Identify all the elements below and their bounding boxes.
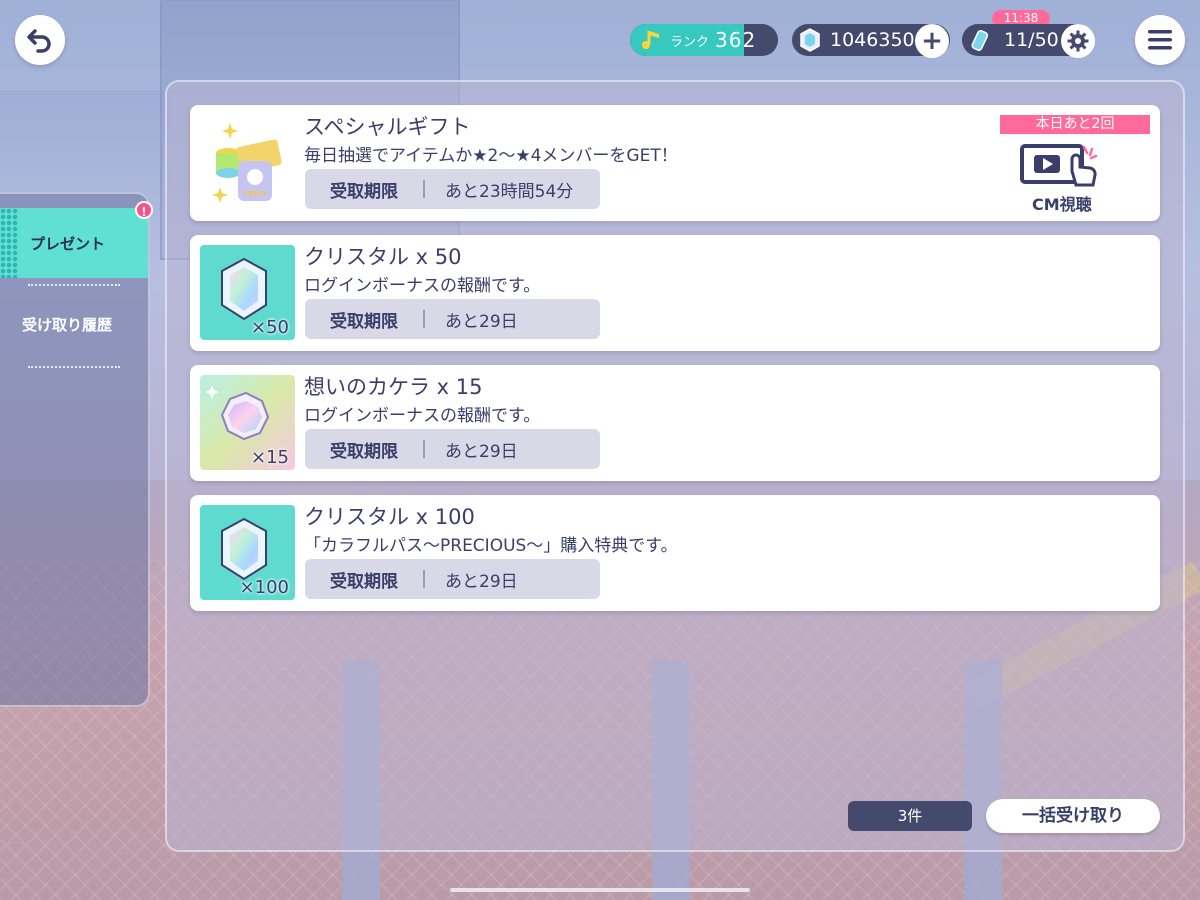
present-thumbnail: ×50 (200, 245, 295, 340)
deadline-box: 受取期限 あと29日 (305, 299, 600, 339)
settings-button[interactable] (1061, 24, 1095, 58)
home-indicator[interactable] (450, 888, 750, 892)
rank-value: 362 (715, 28, 757, 52)
deadline-value: あと29日 (445, 311, 518, 332)
watch-cm-button[interactable]: CM視聴 (1020, 143, 1122, 215)
tab-present[interactable]: プレゼント (0, 208, 148, 278)
deadline-separator (423, 440, 425, 458)
deadline-separator (423, 310, 425, 328)
present-description: ログインボーナスの報酬です。 (304, 276, 541, 296)
deadline-box: 受取期限 あと29日 (305, 429, 600, 469)
deadline-label: 受取期限 (330, 181, 398, 202)
tab-present-label: プレゼント (30, 234, 106, 253)
deadline-separator (423, 180, 425, 198)
daily-remaining-badge: 本日あと2回 (1000, 115, 1150, 134)
present-title: クリスタル x 50 (304, 245, 462, 269)
present-count: 3件 (848, 801, 972, 831)
quantity-label: ×50 (251, 317, 289, 338)
present-item-row[interactable]: ×15 想いのカケラ x 15 ログインボーナスの報酬です。 受取期限 あと29… (190, 365, 1160, 481)
hamburger-icon (1148, 30, 1172, 50)
alert-badge: ! (135, 201, 153, 219)
deadline-box: 受取期限 あと29日 (305, 559, 600, 599)
present-title: 想いのカケラ x 15 (304, 375, 483, 399)
deadline-label: 受取期限 (330, 571, 398, 592)
deadline-value: あと23時間54分 (445, 181, 574, 202)
music-note-icon (642, 31, 659, 49)
special-gift-card[interactable]: スペシャルギフト 毎日抽選でアイテムか★2〜★4メンバーをGET！ 受取期限 あ… (190, 105, 1160, 221)
quantity-label: ×100 (239, 577, 289, 598)
deadline-value: あと29日 (445, 571, 518, 592)
quantity-label: ×15 (251, 447, 289, 468)
crystal-icon (800, 28, 820, 52)
deadline-label: 受取期限 (330, 441, 398, 462)
present-title: クリスタル x 100 (304, 505, 475, 529)
stamina-bottle-icon (971, 29, 989, 51)
back-arrow-icon (27, 29, 51, 53)
video-tap-icon (1020, 144, 1098, 187)
present-thumbnail: ×100 (200, 505, 295, 600)
crystal-count: 1046350 (830, 29, 915, 51)
stamina-value: 11/50 (1004, 29, 1059, 51)
gift-title: スペシャルギフト (304, 115, 471, 139)
add-crystal-button[interactable]: + (915, 24, 949, 58)
special-gift-thumbnail (200, 115, 295, 210)
menu-button[interactable] (1135, 15, 1185, 65)
rank-display: ランク 362 (630, 24, 778, 56)
deadline-box: 受取期限 あと23時間54分 (305, 169, 600, 209)
rank-label: ランク (670, 34, 710, 50)
gear-icon (1067, 30, 1089, 52)
present-item-row[interactable]: ×100 クリスタル x 100 「カラフルパス〜PRECIOUS〜」購入特典で… (190, 495, 1160, 611)
gift-description: 毎日抽選でアイテムか★2〜★4メンバーをGET！ (304, 146, 678, 166)
plus-icon: + (921, 26, 943, 56)
deadline-separator (423, 570, 425, 588)
cm-label: CM視聴 (1032, 195, 1092, 214)
present-item-row[interactable]: ×50 クリスタル x 50 ログインボーナスの報酬です。 受取期限 あと29日 (190, 235, 1160, 351)
present-description: ログインボーナスの報酬です。 (304, 406, 541, 426)
present-thumbnail: ×15 (200, 375, 295, 470)
back-button[interactable] (15, 15, 65, 65)
deadline-value: あと29日 (445, 441, 518, 462)
gift-items-icon (212, 123, 282, 203)
sidebar-divider (28, 366, 120, 368)
tab-pattern (0, 208, 18, 278)
claim-all-button[interactable]: 一括受け取り (986, 799, 1160, 833)
tab-history[interactable]: 受け取り履歴 (22, 314, 112, 335)
sidebar-divider (28, 284, 120, 286)
deadline-label: 受取期限 (330, 311, 398, 332)
present-description: 「カラフルパス〜PRECIOUS〜」購入特典です。 (304, 536, 678, 556)
